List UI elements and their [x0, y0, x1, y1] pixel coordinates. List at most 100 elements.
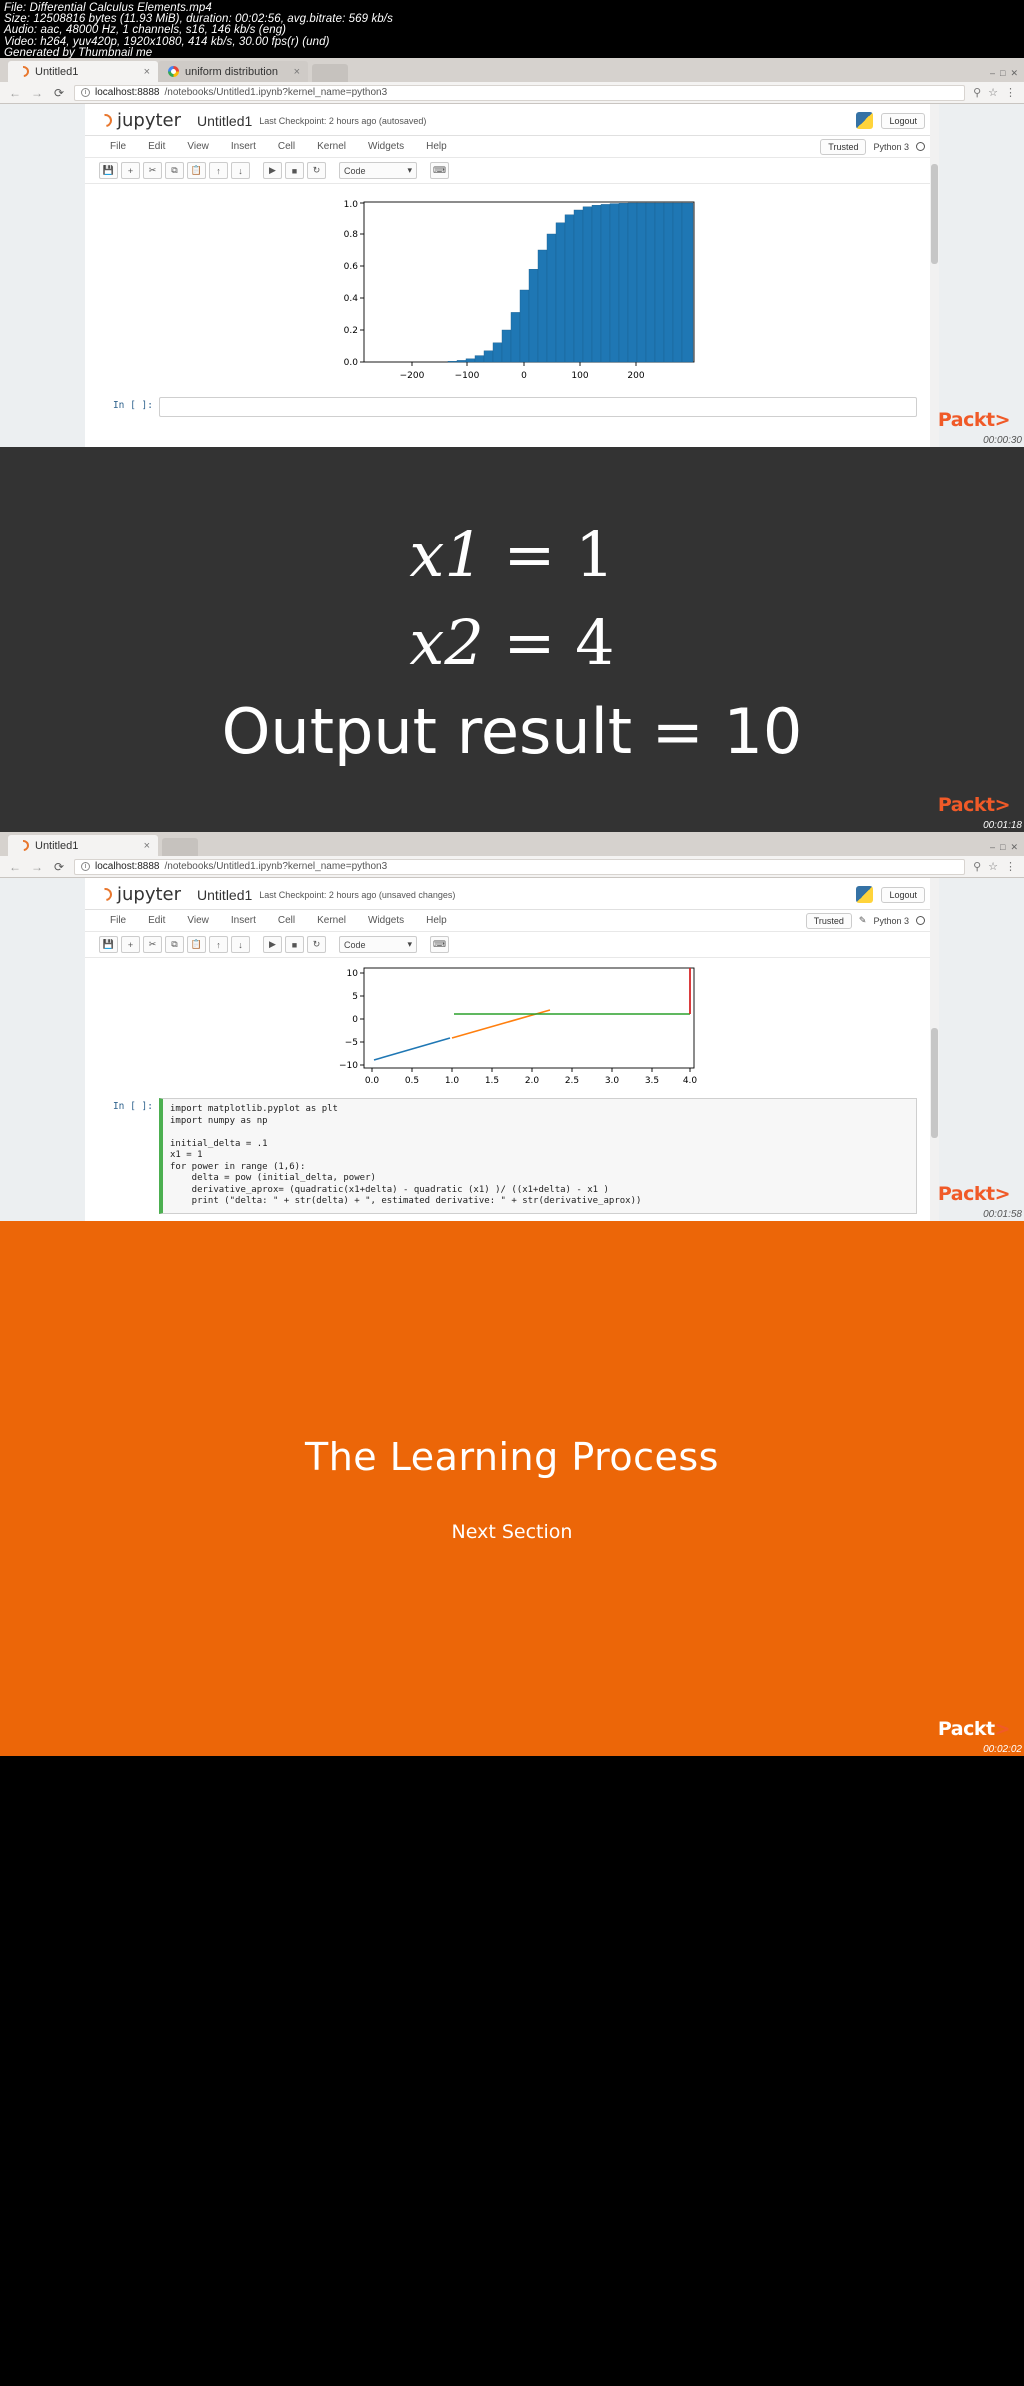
scrollbar-thumb[interactable] — [931, 164, 938, 264]
tangent-lines-chart: 10 5 0 −5 −10 0.0 0.5 1.0 1.5 2.0 2.5 3.… — [302, 962, 722, 1092]
jupyter-logo[interactable]: jupyter — [96, 110, 181, 131]
window-minimize-icon[interactable]: – — [990, 842, 995, 853]
copy-button[interactable]: ⧉ — [165, 162, 184, 179]
menu-kernel[interactable]: Kernel — [306, 139, 357, 154]
kernel-status-icon — [916, 916, 925, 925]
command-palette-button[interactable]: ⌨ — [430, 936, 449, 953]
jupyter-notebook-page-1: jupyter Untitled1 Last Checkpoint: 2 hou… — [0, 104, 1024, 447]
menu-help[interactable]: Help — [415, 913, 458, 928]
notebook-title[interactable]: Untitled1 — [197, 113, 252, 129]
menu-file[interactable]: File — [99, 139, 137, 154]
menu-view[interactable]: View — [176, 913, 220, 928]
close-icon[interactable]: × — [294, 66, 300, 78]
copy-button[interactable]: ⧉ — [165, 936, 184, 953]
svg-text:4.0: 4.0 — [683, 1076, 698, 1086]
cut-button[interactable]: ✂ — [143, 162, 162, 179]
menu-edit[interactable]: Edit — [137, 913, 176, 928]
menu-insert[interactable]: Insert — [220, 139, 267, 154]
window-minimize-icon[interactable]: – — [990, 68, 995, 79]
cell-type-select[interactable]: Code ▾ — [339, 936, 417, 953]
move-cell-down-button[interactable]: ↓ — [231, 936, 250, 953]
run-cell-button[interactable]: ▶ — [263, 162, 282, 179]
menu-file[interactable]: File — [99, 913, 137, 928]
cell-prompt: In [ ]: — [112, 400, 153, 411]
scrollbar-thumb[interactable] — [931, 1028, 938, 1138]
meta-video-line: Video: h264, yuv420p, 1920x1080, 414 kb/… — [4, 35, 330, 48]
address-bar[interactable]: i localhost:8888/notebooks/Untitled1.ipy… — [74, 84, 966, 101]
window-close-icon[interactable]: ✕ — [1010, 842, 1018, 853]
browser-tab-untitled1[interactable]: Untitled1 × — [8, 61, 158, 82]
kernel-name[interactable]: Python 3 — [873, 916, 909, 926]
command-palette-button[interactable]: ⌨ — [430, 162, 449, 179]
code-editor[interactable]: import matplotlib.pyplot as plt import n… — [159, 1098, 917, 1214]
jupyter-content-1: jupyter Untitled1 Last Checkpoint: 2 hou… — [85, 104, 939, 447]
address-bar[interactable]: i localhost:8888/notebooks/Untitled1.ipy… — [74, 858, 966, 875]
menu-icon[interactable]: ⋮ — [1005, 860, 1016, 873]
jupyter-logo[interactable]: jupyter — [96, 884, 181, 905]
menu-cell[interactable]: Cell — [267, 913, 306, 928]
browser-urlbar: ← → ⟳ i localhost:8888/notebooks/Untitle… — [0, 82, 1024, 104]
menu-widgets[interactable]: Widgets — [357, 139, 415, 154]
browser-tab-untitled1[interactable]: Untitled1 × — [8, 835, 158, 856]
thumbnail-panel-3: Untitled1 × – □ ✕ ← → ⟳ i localhost:8888… — [0, 832, 1024, 1221]
menu-icon[interactable]: ⋮ — [1005, 86, 1016, 99]
back-icon[interactable]: ← — [8, 86, 22, 100]
restart-kernel-button[interactable]: ↻ — [307, 162, 326, 179]
cell-type-select[interactable]: Code ▾ — [339, 162, 417, 179]
window-maximize-icon[interactable]: □ — [1000, 842, 1005, 853]
menu-widgets[interactable]: Widgets — [357, 913, 415, 928]
close-icon[interactable]: × — [144, 840, 150, 852]
menu-edit[interactable]: Edit — [137, 139, 176, 154]
stop-kernel-button[interactable]: ■ — [285, 936, 304, 953]
move-cell-down-button[interactable]: ↓ — [231, 162, 250, 179]
star-icon[interactable]: ☆ — [988, 86, 998, 99]
notebook-scrollbar[interactable] — [930, 104, 939, 447]
meta-audio-line: Audio: aac, 48000 Hz, 1 channels, s16, 1… — [4, 24, 287, 37]
cut-button[interactable]: ✂ — [143, 936, 162, 953]
restart-kernel-button[interactable]: ↻ — [307, 936, 326, 953]
menu-kernel[interactable]: Kernel — [306, 913, 357, 928]
search-icon[interactable]: ⚲ — [973, 86, 981, 99]
browser-tab-uniform-distribution[interactable]: uniform distribution × — [158, 61, 308, 82]
notebook-scrollbar[interactable] — [930, 878, 939, 1221]
kernel-name[interactable]: Python 3 — [873, 142, 909, 152]
window-maximize-icon[interactable]: □ — [1000, 68, 1005, 79]
paste-button[interactable]: 📋 — [187, 936, 206, 953]
back-icon[interactable]: ← — [8, 860, 22, 874]
menu-insert[interactable]: Insert — [220, 913, 267, 928]
code-input-field[interactable] — [159, 397, 917, 417]
logout-button[interactable]: Logout — [881, 886, 925, 903]
trusted-badge: Trusted — [805, 912, 852, 929]
site-info-icon[interactable]: i — [81, 88, 90, 97]
svg-text:200: 200 — [627, 371, 644, 381]
menu-cell[interactable]: Cell — [267, 139, 306, 154]
paste-button[interactable]: 📋 — [187, 162, 206, 179]
move-cell-up-button[interactable]: ↑ — [209, 936, 228, 953]
logout-button[interactable]: Logout — [881, 112, 925, 129]
stop-kernel-button[interactable]: ■ — [285, 162, 304, 179]
reload-icon[interactable]: ⟳ — [52, 860, 66, 874]
save-button[interactable]: 💾 — [99, 162, 118, 179]
search-icon[interactable]: ⚲ — [973, 860, 981, 873]
reload-icon[interactable]: ⟳ — [52, 86, 66, 100]
menu-help[interactable]: Help — [415, 139, 458, 154]
add-cell-button[interactable]: + — [121, 162, 140, 179]
code-line: import matplotlib.pyplot as plt — [170, 1104, 338, 1114]
save-button[interactable]: 💾 — [99, 936, 118, 953]
site-info-icon[interactable]: i — [81, 862, 90, 871]
forward-icon[interactable]: → — [30, 86, 44, 100]
window-close-icon[interactable]: ✕ — [1010, 68, 1018, 79]
jupyter-favicon-icon — [15, 63, 32, 80]
run-cell-button[interactable]: ▶ — [263, 936, 282, 953]
star-icon[interactable]: ☆ — [988, 860, 998, 873]
move-cell-up-button[interactable]: ↑ — [209, 162, 228, 179]
new-tab-button[interactable] — [312, 64, 348, 82]
menu-view[interactable]: View — [176, 139, 220, 154]
notebook-title[interactable]: Untitled1 — [197, 887, 252, 903]
add-cell-button[interactable]: + — [121, 936, 140, 953]
forward-icon[interactable]: → — [30, 860, 44, 874]
packt-logo: Packt> — [937, 1183, 1011, 1205]
close-icon[interactable]: × — [144, 66, 150, 78]
new-tab-button[interactable] — [162, 838, 198, 856]
url-host: localhost:8888 — [95, 861, 160, 872]
